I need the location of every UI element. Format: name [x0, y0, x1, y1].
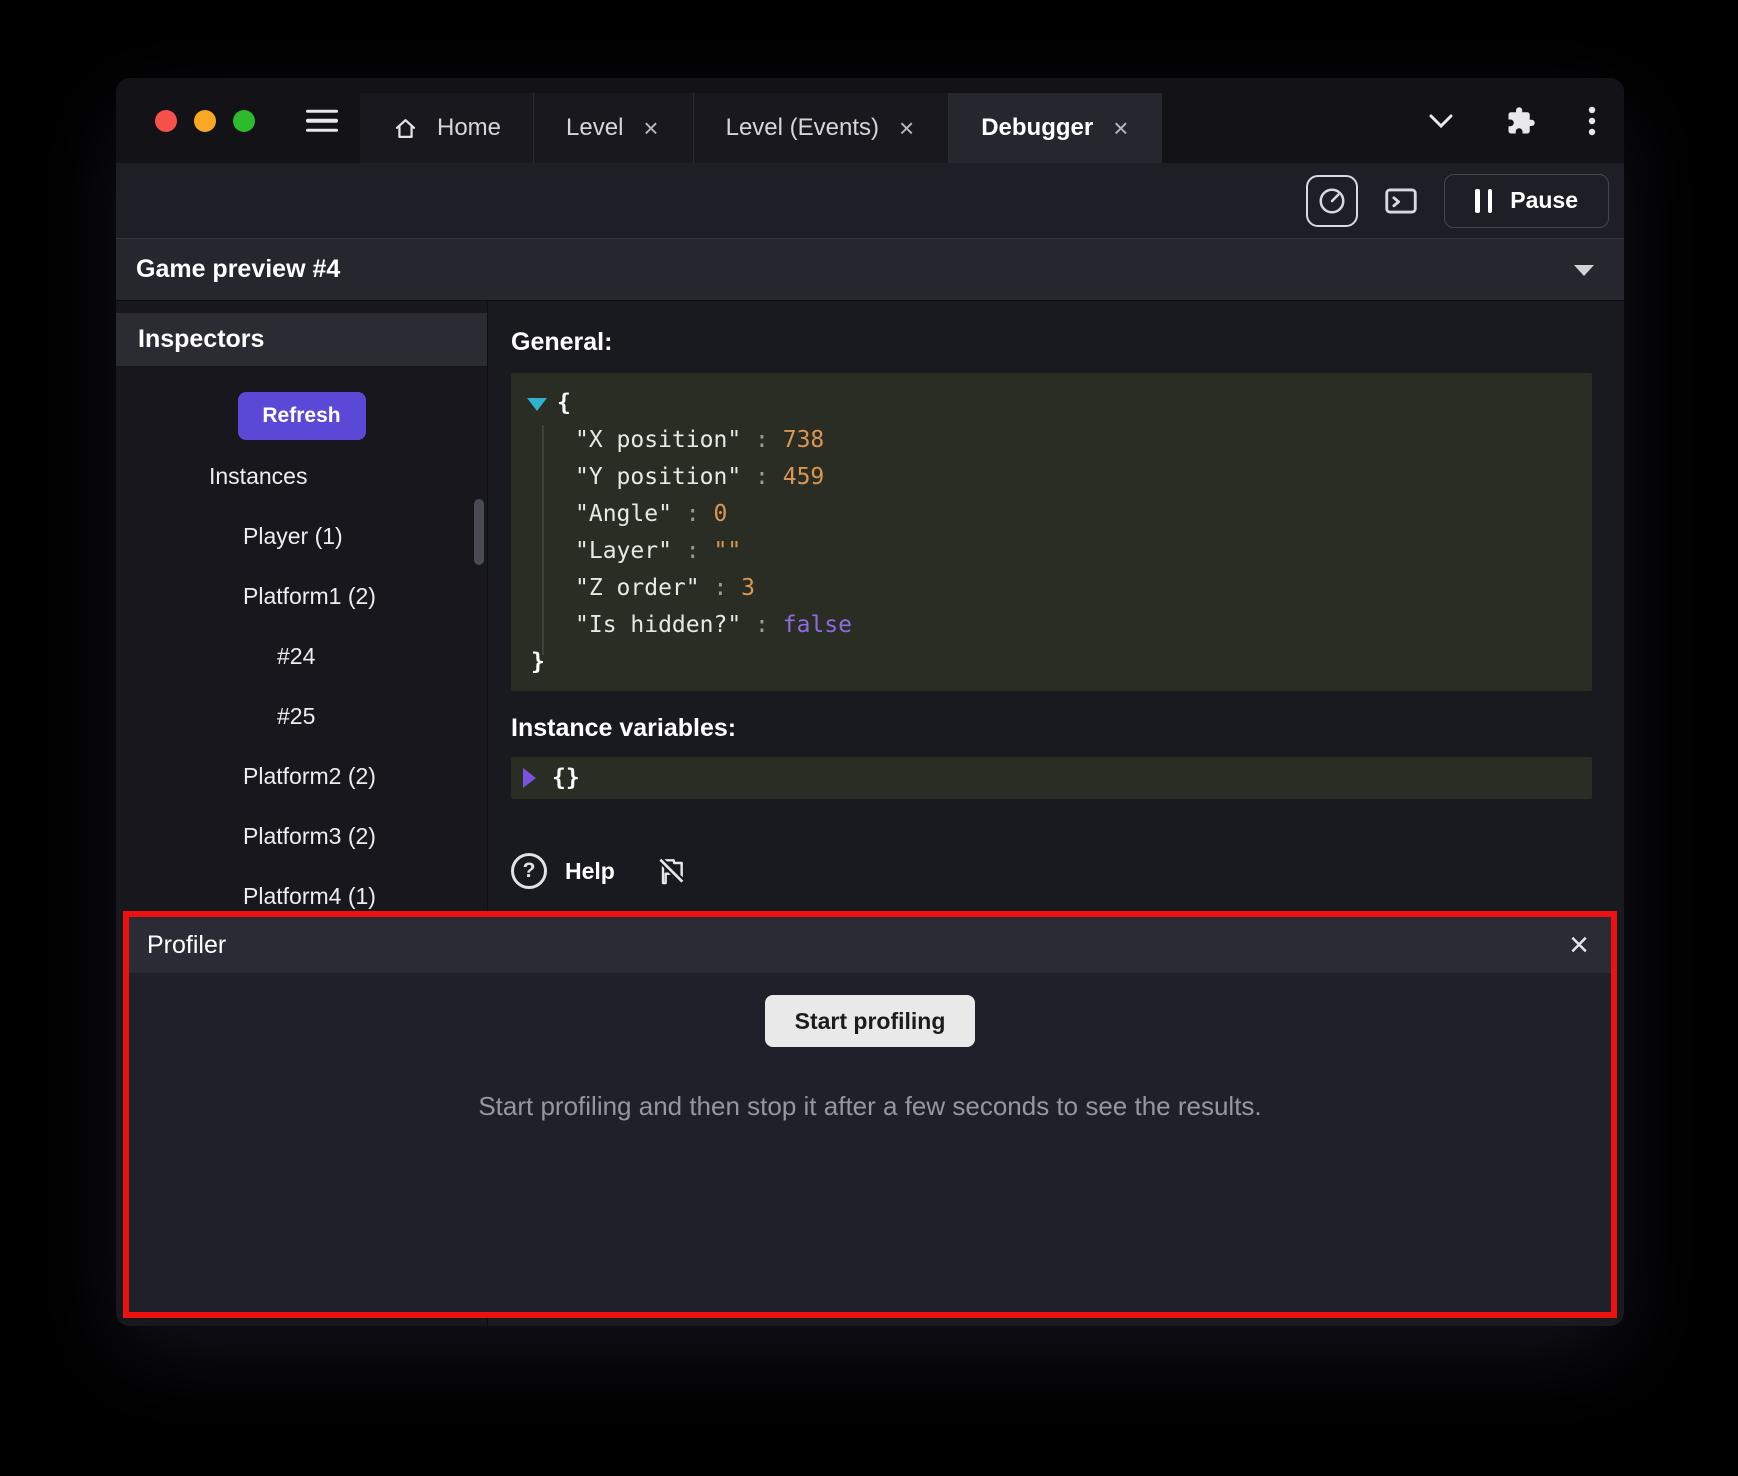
tree-item-player-1[interactable]: Player (1): [116, 506, 487, 566]
tab-label: Home: [437, 114, 501, 142]
property-row: "Layer" : "": [521, 532, 1574, 569]
instance-variables-viewer: {}: [511, 757, 1592, 799]
console-terminal-icon[interactable]: [1382, 182, 1420, 220]
question-mark-icon[interactable]: ?: [511, 853, 547, 889]
hamburger-menu-icon[interactable]: [306, 109, 338, 132]
empty-object-value: {}: [552, 765, 580, 791]
kebab-menu-icon[interactable]: [1588, 105, 1596, 137]
profiler-header: Profiler ×: [129, 917, 1611, 973]
tree-item-platform3-2[interactable]: Platform3 (2): [116, 806, 487, 866]
speedometer-icon: [1317, 186, 1347, 216]
property-row: "Z order" : 3: [521, 569, 1574, 606]
game-preview-bar[interactable]: Game preview #4: [116, 238, 1624, 301]
help-row: ? Help: [511, 853, 1592, 889]
pause-label: Pause: [1510, 187, 1578, 214]
property-row: "Is hidden?" : false: [521, 606, 1574, 643]
zoom-window-button[interactable]: [233, 110, 255, 132]
close-icon[interactable]: ×: [1569, 928, 1589, 962]
property-row: "Y position" : 459: [521, 458, 1574, 495]
close-tab-icon[interactable]: ×: [641, 113, 660, 143]
tree-item-instances[interactable]: Instances: [116, 446, 487, 506]
property-row: "Angle" : 0: [521, 495, 1574, 532]
tab-level-events[interactable]: Level (Events) ×: [693, 93, 949, 163]
indent-guide-line: [542, 425, 544, 655]
tree-item-platform2-2[interactable]: Platform2 (2): [116, 746, 487, 806]
pause-icon: [1475, 189, 1492, 213]
property-row: "X position" : 738: [521, 421, 1574, 458]
close-tab-icon[interactable]: ×: [1111, 113, 1130, 143]
profiler-panel: Profiler × Start profiling Start profili…: [123, 911, 1617, 1318]
home-icon: [392, 115, 419, 142]
tab-label: Level: [566, 114, 623, 142]
close-tab-icon[interactable]: ×: [897, 113, 916, 143]
general-label: General:: [511, 327, 1592, 357]
profiler-hint-text: Start profiling and then stop it after a…: [478, 1091, 1261, 1122]
inspectors-header: Inspectors: [116, 313, 487, 366]
pause-button[interactable]: Pause: [1444, 174, 1609, 228]
tab-bar: Home Level × Level (Events) × Debugger ×: [360, 93, 1162, 163]
json-open-line: {: [521, 384, 1574, 421]
tab-level[interactable]: Level ×: [533, 93, 693, 163]
titlebar-actions: [1428, 105, 1596, 137]
profiler-body: Start profiling Start profiling and then…: [129, 973, 1611, 1312]
tab-label: Level (Events): [726, 114, 879, 142]
titlebar: Home Level × Level (Events) × Debugger ×: [116, 78, 1624, 163]
tree-item-24[interactable]: #24: [116, 626, 487, 686]
refresh-button[interactable]: Refresh: [238, 392, 366, 440]
open-brace: {: [557, 390, 571, 416]
collapse-chevron-icon[interactable]: [1572, 263, 1596, 277]
tree-item-25[interactable]: #25: [116, 686, 487, 746]
instance-variables-label: Instance variables:: [511, 713, 1592, 743]
tab-label: Debugger: [981, 114, 1093, 142]
expand-triangle-icon[interactable]: [523, 768, 536, 788]
crossed-flag-icon[interactable]: [655, 855, 687, 887]
app-window: Home Level × Level (Events) × Debugger ×: [116, 78, 1624, 1326]
start-profiling-button[interactable]: Start profiling: [765, 995, 976, 1047]
inspector-tree: InstancesPlayer (1)Platform1 (2)#24#25Pl…: [116, 446, 487, 926]
json-close-line: }: [521, 643, 1574, 680]
game-preview-title: Game preview #4: [136, 255, 340, 284]
tab-home[interactable]: Home: [360, 93, 533, 163]
property-list: "X position" : 738"Y position" : 459"Ang…: [521, 421, 1574, 643]
profiler-title: Profiler: [147, 931, 226, 960]
sidebar-scrollbar[interactable]: [474, 499, 484, 565]
puzzle-extension-icon[interactable]: [1506, 106, 1536, 136]
debugger-toolbar: Pause: [116, 163, 1624, 238]
help-label[interactable]: Help: [565, 858, 615, 885]
profiler-speedometer-button[interactable]: [1306, 175, 1358, 227]
tree-item-platform1-2[interactable]: Platform1 (2): [116, 566, 487, 626]
tab-debugger[interactable]: Debugger ×: [948, 93, 1162, 163]
traffic-lights: [155, 110, 255, 132]
minimize-window-button[interactable]: [194, 110, 216, 132]
chevron-down-icon[interactable]: [1428, 113, 1454, 129]
collapse-triangle-icon[interactable]: [527, 398, 547, 411]
json-property-viewer: { "X position" : 738"Y position" : 459"A…: [511, 373, 1592, 691]
close-window-button[interactable]: [155, 110, 177, 132]
